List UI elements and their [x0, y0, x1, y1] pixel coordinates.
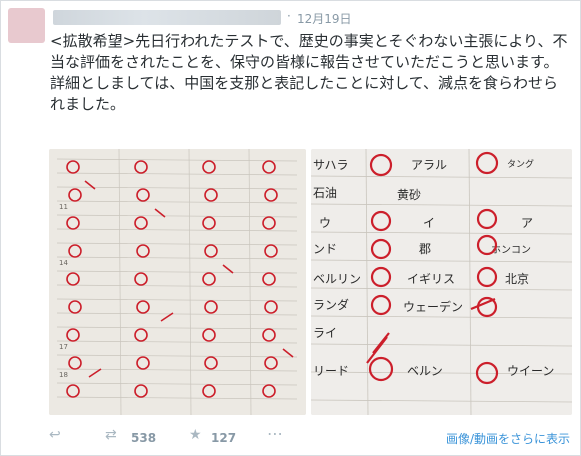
tweet-actions: ↩ ⇄ 538 ★ 127 ⋯ 画像/動画をさらに表示 — [1, 423, 580, 451]
favorite-count[interactable]: 127 — [211, 431, 236, 445]
answer-label: タング — [507, 158, 534, 170]
answer-label: 黄砂 — [397, 188, 421, 202]
answer-label: ウェーデン — [403, 299, 463, 314]
photo-answer-sheet-right[interactable]: サハラ アラル タング 石油 黄砂 ウ イ ア ンド 郡 ホンコン ベルリン イ… — [311, 149, 572, 415]
answer-label: ランダ — [313, 297, 349, 312]
more-icon[interactable]: ⋯ — [267, 424, 283, 443]
view-more-media-link[interactable]: 画像/動画をさらに表示 — [446, 430, 570, 447]
answer-label: ウ — [319, 216, 331, 230]
star-icon[interactable]: ★ — [189, 427, 202, 443]
svg-text:14: 14 — [59, 259, 68, 267]
answer-label: ア — [521, 216, 533, 230]
answer-label: 北京 — [505, 272, 529, 286]
tweet-date[interactable]: 12月19日 — [297, 10, 352, 27]
answer-label: ライ — [313, 326, 337, 340]
answer-label: イ — [423, 216, 435, 230]
author-name-redacted[interactable] — [53, 10, 281, 25]
svg-text:17: 17 — [59, 343, 68, 351]
photo-answer-sheet-left[interactable]: 11 14 17 18 — [49, 149, 306, 415]
answer-label: 石油 — [313, 186, 337, 200]
tweet-text: <拡散希望>先日行われたテストで、歴史の事実とそぐわない主張により、不当な評価を… — [50, 32, 568, 113]
answer-label: ベルリン — [313, 272, 361, 286]
answer-label: アラル — [411, 158, 447, 172]
answer-label: イギリス — [407, 272, 455, 286]
answer-label: リード — [313, 364, 349, 378]
retweet-count[interactable]: 538 — [131, 431, 156, 445]
answer-label: ンド — [313, 242, 337, 256]
tweet-photos: 11 14 17 18 サハラ アラル タング 石油 黄砂 ウ イ ア ンド 郡… — [49, 149, 572, 415]
answer-label: 郡 — [419, 242, 431, 256]
avatar[interactable] — [8, 8, 45, 43]
retweet-icon[interactable]: ⇄ — [105, 427, 117, 443]
answer-label: ウイーン — [507, 364, 554, 378]
reply-icon[interactable]: ↩ — [49, 427, 61, 443]
separator-dot: · — [287, 9, 291, 23]
answer-label: ベルン — [407, 364, 443, 378]
tweet-card: · 12月19日 <拡散希望>先日行われたテストで、歴史の事実とそぐわない主張に… — [0, 0, 581, 456]
svg-text:18: 18 — [59, 371, 68, 379]
svg-text:11: 11 — [59, 203, 68, 211]
answer-label: サハラ — [313, 158, 349, 172]
